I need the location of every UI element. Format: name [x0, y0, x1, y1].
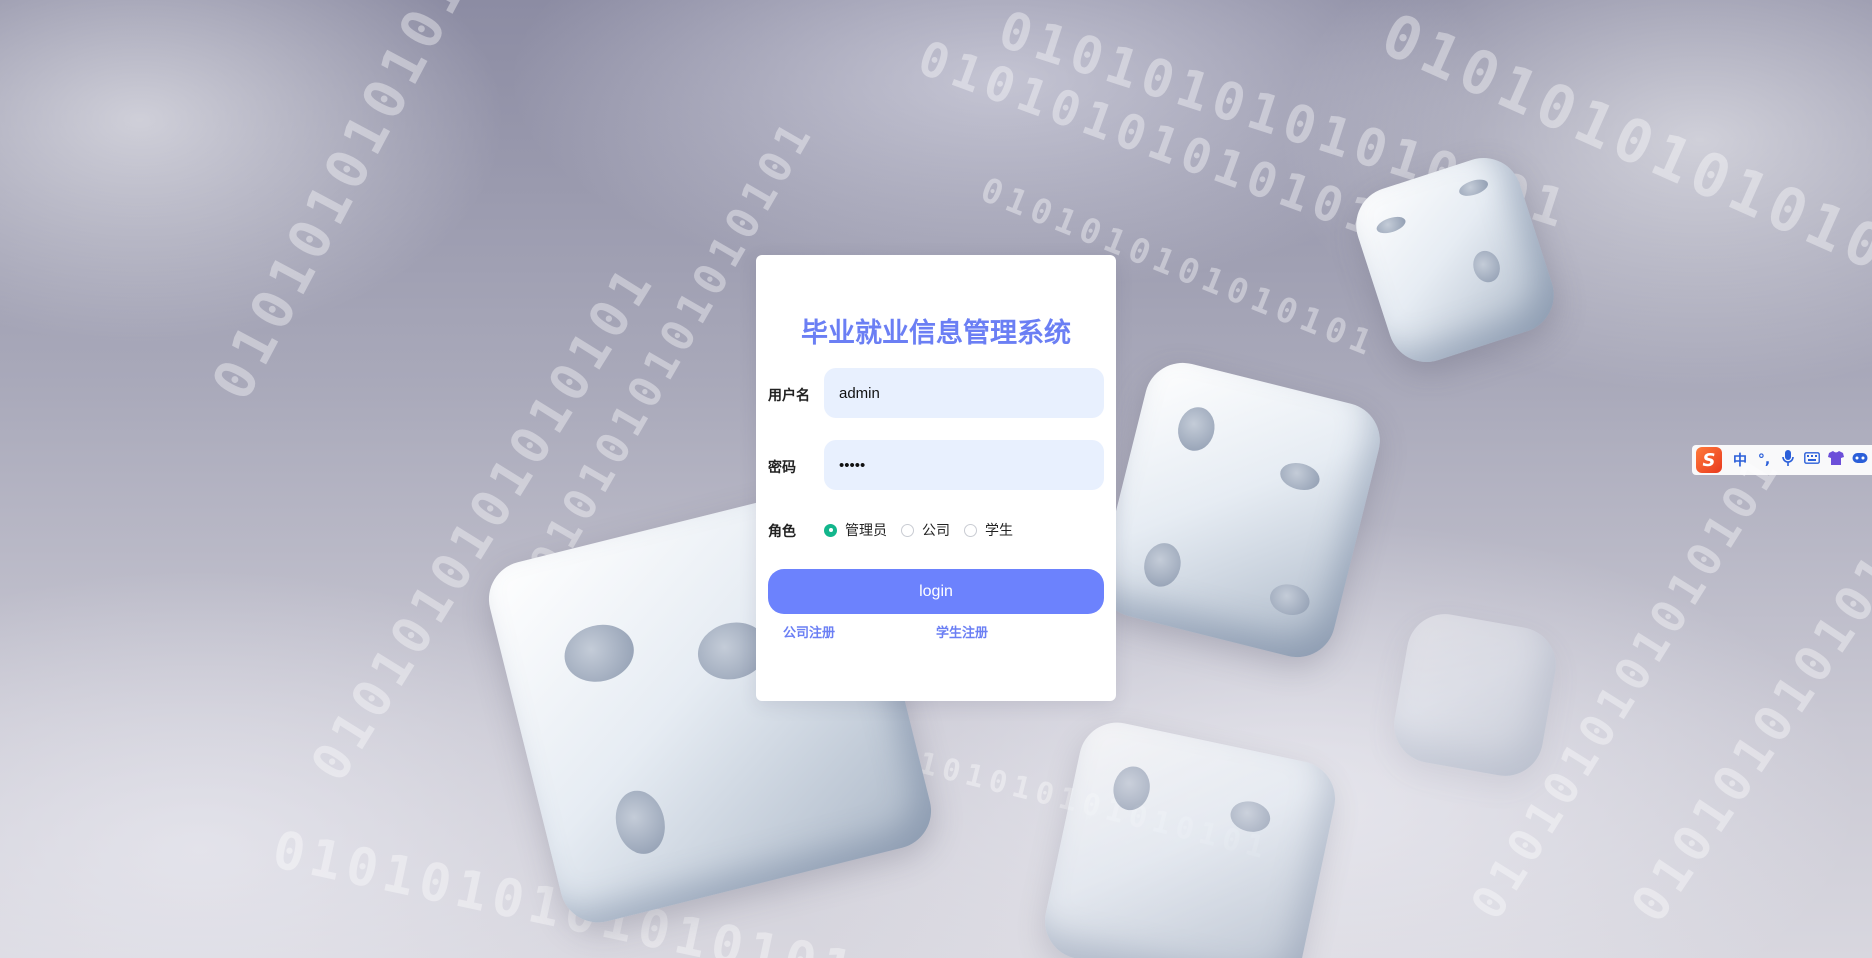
role-option-label: 管理员	[845, 523, 887, 539]
role-option-label: 公司	[922, 523, 950, 539]
dice-pip	[558, 617, 640, 689]
ime-punct-toggle[interactable]: °,	[1752, 452, 1776, 468]
password-input[interactable]	[824, 440, 1104, 490]
student-register-link[interactable]: 学生注册	[936, 622, 988, 641]
username-input[interactable]	[824, 368, 1104, 418]
role-radio-group: 管理员 公司 学生	[824, 520, 1027, 540]
microphone-icon[interactable]	[1776, 450, 1800, 470]
shirt-icon[interactable]	[1824, 451, 1848, 469]
role-label: 角色	[768, 524, 796, 540]
password-label: 密码	[768, 460, 796, 476]
username-label: 用户名	[768, 388, 810, 404]
dice-pip	[1277, 459, 1323, 494]
keyboard-icon[interactable]	[1800, 452, 1824, 468]
dice-pip	[609, 785, 672, 860]
radio-checked-icon[interactable]	[824, 523, 837, 537]
dice-pip	[1109, 763, 1154, 814]
role-radio-company[interactable]: 公司	[901, 520, 950, 540]
gamepad-icon[interactable]	[1848, 452, 1872, 468]
dice-pip	[1469, 247, 1504, 286]
dice-image	[1092, 354, 1388, 666]
login-button[interactable]: login	[768, 569, 1104, 614]
dice-image	[1037, 715, 1343, 958]
dice-pip	[1266, 580, 1313, 620]
radio-unchecked-icon[interactable]	[901, 523, 914, 537]
sogou-logo-icon[interactable]: S	[1696, 447, 1722, 473]
binary-stream: 0101010101010101	[200, 0, 556, 411]
ime-mode-toggle[interactable]: 中	[1728, 450, 1752, 470]
dice-pip	[1457, 176, 1491, 200]
dice-image	[1388, 608, 1562, 782]
ime-toolbar: S 中 °,	[1692, 445, 1872, 475]
role-radio-admin[interactable]: 管理员	[824, 520, 887, 540]
login-card: 毕业就业信息管理系统 用户名 密码 角色 管理员 公司 学生 login 公司注…	[756, 255, 1116, 701]
company-register-link[interactable]: 公司注册	[783, 622, 835, 641]
dice-pip	[1374, 213, 1408, 237]
role-radio-student[interactable]: 学生	[964, 520, 1013, 540]
page-title: 毕业就业信息管理系统	[801, 318, 1071, 349]
dice-pip	[1227, 797, 1274, 836]
role-option-label: 学生	[985, 523, 1013, 539]
dice-pip	[1173, 403, 1220, 455]
dice-pip	[1139, 539, 1186, 591]
radio-unchecked-icon[interactable]	[964, 523, 977, 537]
